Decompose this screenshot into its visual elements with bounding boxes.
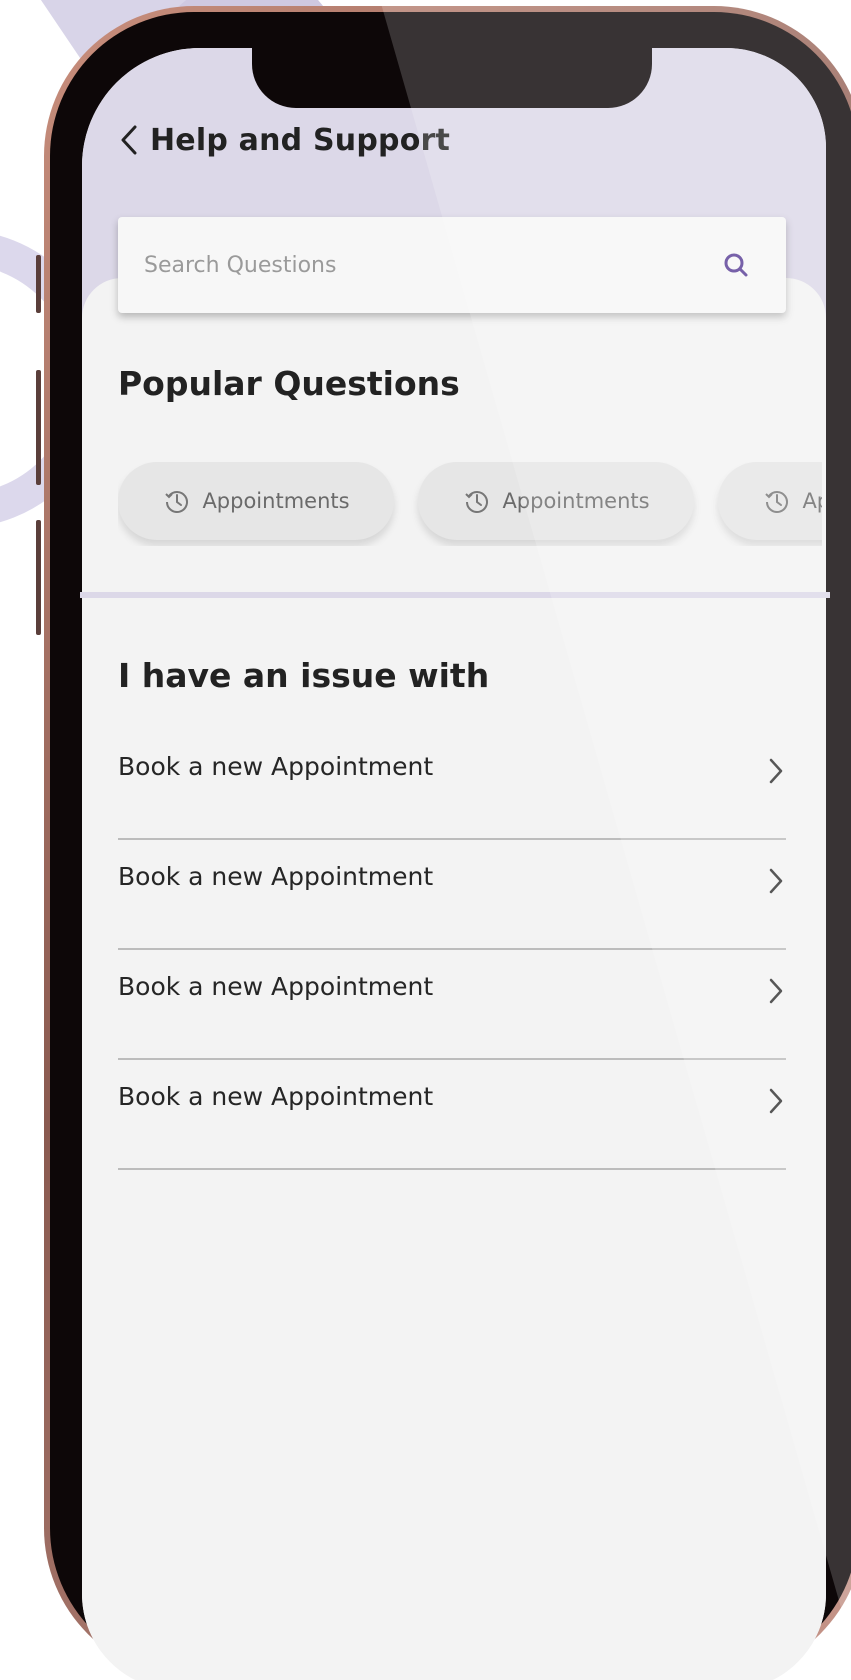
history-icon: [462, 486, 492, 516]
chip-appointments[interactable]: Appointments: [718, 462, 822, 540]
phone-volume-up-button: [36, 370, 41, 485]
issue-list: Book a new Appointment Book a new Appoin…: [118, 730, 786, 1170]
list-item-label: Book a new Appointment: [118, 1082, 434, 1111]
chip-appointments[interactable]: Appointments: [118, 462, 394, 540]
chevron-left-icon: [121, 125, 137, 155]
phone-silent-switch: [36, 255, 41, 313]
popular-questions-title: Popular Questions: [118, 364, 460, 403]
chip-label: Appointments: [502, 489, 650, 513]
app-header: Help and Support: [116, 120, 450, 160]
list-item[interactable]: Book a new Appointment: [118, 1060, 786, 1170]
list-item-label: Book a new Appointment: [118, 862, 434, 891]
list-item[interactable]: Book a new Appointment: [118, 840, 786, 950]
chevron-right-icon: [766, 976, 786, 1006]
list-item-label: Book a new Appointment: [118, 752, 434, 781]
phone-notch: [252, 40, 652, 108]
chevron-right-icon: [766, 756, 786, 786]
history-icon: [162, 486, 192, 516]
list-item[interactable]: Book a new Appointment: [118, 730, 786, 840]
chip-label: Appointments: [802, 489, 822, 513]
search-icon[interactable]: [716, 245, 756, 285]
popular-questions-chips: Appointments Appointments Appointments: [118, 462, 822, 546]
page-title: Help and Support: [150, 122, 451, 158]
search-input[interactable]: [118, 251, 716, 279]
history-icon: [762, 486, 792, 516]
search-bar: [118, 217, 786, 313]
page: Help and Support Popular Questions Appoi…: [0, 0, 851, 1680]
chevron-right-icon: [766, 866, 786, 896]
issues-title: I have an issue with: [118, 656, 490, 695]
chevron-right-icon: [766, 1086, 786, 1116]
phone-volume-down-button: [36, 520, 41, 635]
list-item[interactable]: Book a new Appointment: [118, 950, 786, 1060]
chip-appointments[interactable]: Appointments: [418, 462, 694, 540]
section-divider: [80, 592, 830, 598]
back-button[interactable]: [116, 120, 142, 160]
chip-label: Appointments: [202, 489, 350, 513]
list-item-label: Book a new Appointment: [118, 972, 434, 1001]
